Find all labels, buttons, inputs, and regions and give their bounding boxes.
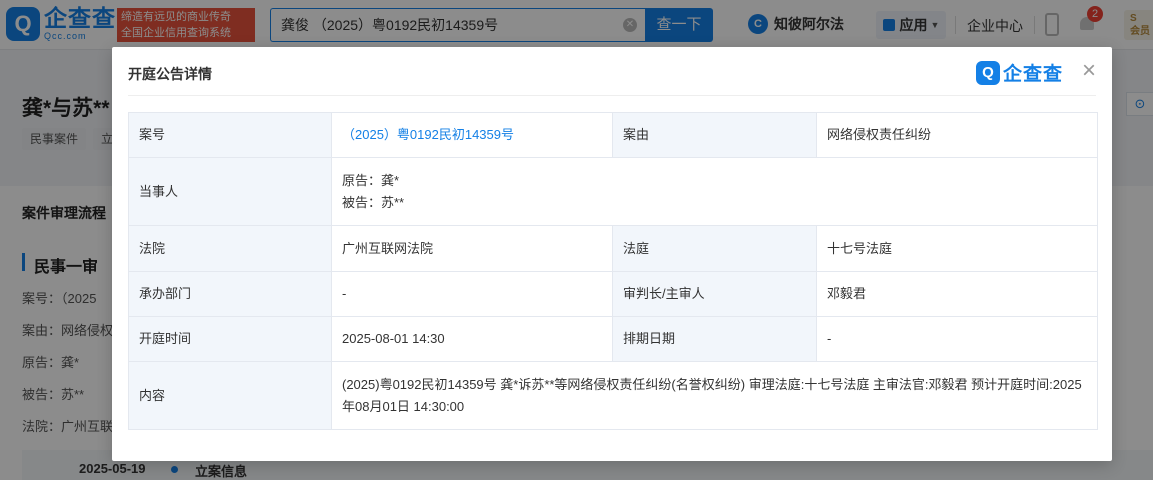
case-no-link[interactable]: （2025）粤0192民初14359号 [342,127,514,142]
judge-value: 邓毅君 [816,271,1098,317]
hearing-time-value: 2025-08-01 14:30 [331,316,613,362]
plaintiff-value: 原告：龚* [342,172,400,188]
dept-label: 承办部门 [128,271,332,317]
case-no-value: （2025）粤0192民初14359号 [331,112,613,158]
qcc-logo-icon: Q [976,60,1000,85]
content-label: 内容 [128,361,332,430]
modal-logo-text: 企查查 [1003,64,1064,85]
schedule-label: 排期日期 [612,316,817,362]
court-value: 广州互联网法院 [331,225,613,272]
cause-value: 网络侵权责任纠纷 [816,112,1098,158]
court-label: 法院 [128,225,332,272]
cause-label: 案由 [612,112,817,158]
hearing-notice-modal: 开庭公告详情 Q 企查查 × 案号 （2025）粤0192民初14359号 案由… [112,47,1112,461]
courtroom-label: 法庭 [612,225,817,272]
defendant-value: 被告：苏** [342,194,405,210]
schedule-value: - [816,316,1098,362]
parties-value: 原告：龚* 被告：苏** [331,157,1098,226]
hearing-time-label: 开庭时间 [128,316,332,362]
courtroom-value: 十七号法庭 [816,225,1098,272]
table-row: 承办部门 - 审判长/主审人 邓毅君 [128,271,1098,317]
table-row: 当事人 原告：龚* 被告：苏** [128,157,1098,226]
parties-label: 当事人 [128,157,332,226]
dept-value: - [331,271,613,317]
close-icon[interactable]: × [1078,59,1100,83]
case-no-label: 案号 [128,112,332,158]
modal-qcc-logo: Q 企查查 [976,59,1063,86]
content-value: (2025)粤0192民初14359号 龚*诉苏**等网络侵权责任纠纷(名誉权纠… [331,361,1098,430]
table-row: 法院 广州互联网法院 法庭 十七号法庭 [128,225,1098,272]
table-row: 案号 （2025）粤0192民初14359号 案由 网络侵权责任纠纷 [128,112,1098,158]
table-row: 内容 (2025)粤0192民初14359号 龚*诉苏**等网络侵权责任纠纷(名… [128,361,1098,430]
modal-header-divider [128,95,1096,96]
hearing-detail-table: 案号 （2025）粤0192民初14359号 案由 网络侵权责任纠纷 当事人 原… [128,112,1098,430]
modal-title: 开庭公告详情 [128,66,212,82]
judge-label: 审判长/主审人 [612,271,817,317]
table-row: 开庭时间 2025-08-01 14:30 排期日期 - [128,316,1098,362]
